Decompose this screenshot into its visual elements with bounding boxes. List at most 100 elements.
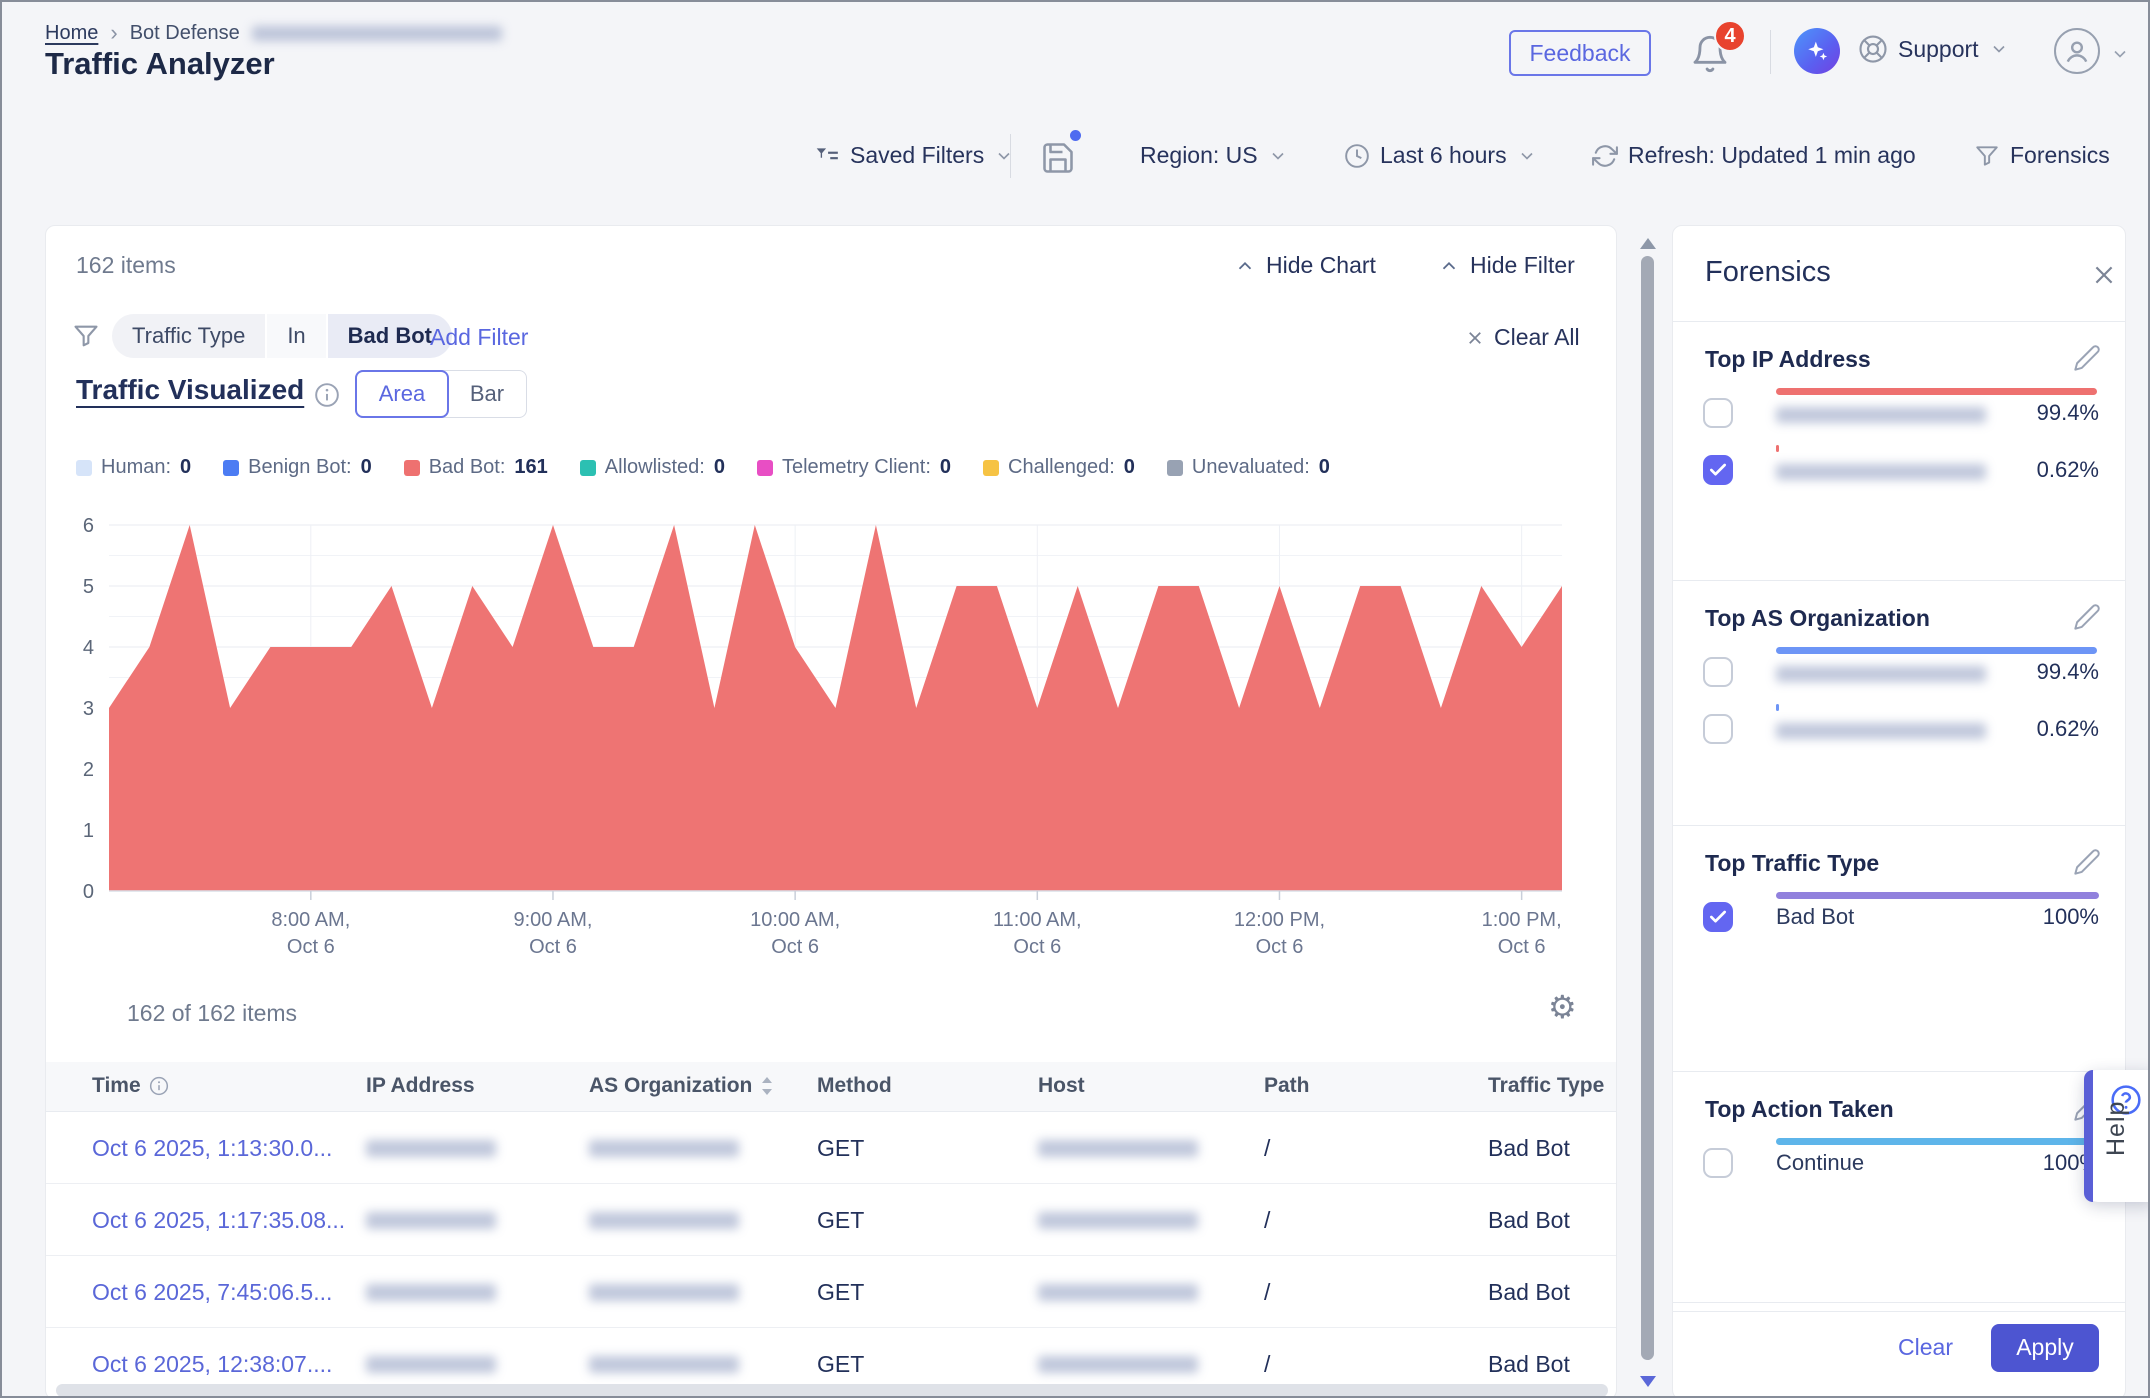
forensics-item-percentage: 0.62% <box>2037 716 2099 742</box>
forensics-item: 99.4% <box>1703 645 2099 703</box>
refresh-button[interactable]: Refresh: Updated 1 min ago <box>1592 142 1916 169</box>
traffic-analyzer-screen: Home › Bot Defense Traffic Analyzer Feed… <box>0 0 2150 1398</box>
forensics-apply-button[interactable]: Apply <box>1991 1324 2099 1372</box>
legend-item[interactable]: Telemetry Client: 0 <box>757 456 951 479</box>
cell-as-organization-redacted <box>589 1140 739 1157</box>
saved-filters-dropdown[interactable]: Saved Filters <box>814 142 1014 169</box>
vertical-scrollbar[interactable] <box>1641 256 1654 1360</box>
legend-item[interactable]: Allowlisted: 0 <box>580 456 725 479</box>
legend-item[interactable]: Benign Bot: 0 <box>223 456 372 479</box>
support-menu[interactable]: Support <box>1858 34 2009 64</box>
region-dropdown[interactable]: Region: US <box>1140 142 1288 169</box>
forensics-section: Top AS Organization 99.4% 0.62% <box>1673 581 2126 826</box>
info-icon[interactable] <box>314 382 340 408</box>
pencil-icon[interactable] <box>2073 344 2101 372</box>
forensics-item-checkbox[interactable] <box>1703 657 1733 687</box>
add-filter-button[interactable]: Add Filter <box>430 324 528 351</box>
cell-method: GET <box>817 1184 864 1256</box>
table-header: Time IP Address AS Organization Method H… <box>46 1062 1617 1112</box>
column-header-ip[interactable]: IP Address <box>366 1074 475 1098</box>
chevron-down-icon[interactable] <box>2110 44 2130 64</box>
hide-chart-button[interactable]: Hide Chart <box>1234 252 1376 279</box>
clear-all-button[interactable]: Clear All <box>1466 324 1580 351</box>
legend-label: Human: <box>101 456 171 479</box>
account-menu[interactable] <box>2054 28 2100 74</box>
ai-assistant-button[interactable] <box>1794 28 1840 74</box>
forensics-item-checkbox[interactable] <box>1703 455 1733 485</box>
view-option-area[interactable]: Area <box>355 370 449 418</box>
cell-host <box>1038 1256 1198 1328</box>
y-axis-tick-label: 4 <box>83 637 94 659</box>
cell-ip <box>366 1112 496 1184</box>
region-label: Region: US <box>1140 142 1258 169</box>
cell-as-organization <box>589 1256 739 1328</box>
hide-filter-button[interactable]: Hide Filter <box>1438 252 1575 279</box>
cell-as-organization <box>589 1112 739 1184</box>
chevron-up-icon <box>1234 255 1256 277</box>
column-header-path[interactable]: Path <box>1264 1074 1310 1098</box>
forensics-item-row: 99.4% <box>1776 400 2099 426</box>
forensics-item-checkbox[interactable] <box>1703 1148 1733 1178</box>
legend-label: Allowlisted: <box>605 456 705 479</box>
forensics-item-checkbox[interactable] <box>1703 398 1733 428</box>
table-row[interactable]: Oct 6 2025, 1:13:30.0...GET/Bad Bot <box>46 1112 1617 1184</box>
breadcrumb-section[interactable]: Bot Defense <box>130 22 240 45</box>
forensics-section-title: Top AS Organization <box>1705 605 1930 632</box>
forensics-toggle-button[interactable]: Forensics <box>1974 142 2110 169</box>
view-option-bar[interactable]: Bar <box>448 371 526 417</box>
breadcrumb-redacted <box>252 26 502 41</box>
pencil-icon[interactable] <box>2073 603 2101 631</box>
column-header-traffic-type[interactable]: Traffic Type <box>1488 1074 1604 1098</box>
chart-legend: Human: 0 Benign Bot: 0 Bad Bot: 161 Allowli… <box>76 456 1330 479</box>
edit-section-button[interactable] <box>2073 603 2101 636</box>
distribution-bar <box>1776 1138 2099 1145</box>
forensics-item-checkbox[interactable] <box>1703 714 1733 744</box>
close-icon[interactable] <box>2091 262 2117 288</box>
cell-traffic-type: Bad Bot <box>1488 1112 1570 1184</box>
legend-value: 0 <box>940 456 951 479</box>
sort-icon[interactable] <box>760 1075 774 1097</box>
filter-chip[interactable]: Traffic Type In Bad Bot <box>112 314 452 358</box>
filter-chip-field[interactable]: Traffic Type <box>112 314 265 358</box>
forensics-clear-button[interactable]: Clear <box>1898 1334 1953 1361</box>
column-header-as-org[interactable]: AS Organization <box>589 1074 774 1098</box>
legend-label: Bad Bot: <box>429 456 506 479</box>
save-filter-icon[interactable] <box>1040 140 1076 176</box>
scroll-up-arrow[interactable] <box>1640 238 1656 249</box>
legend-item[interactable]: Bad Bot: 161 <box>404 456 548 479</box>
feedback-button[interactable]: Feedback <box>1509 30 1651 76</box>
scroll-down-arrow[interactable] <box>1640 1376 1656 1387</box>
legend-item[interactable]: Challenged: 0 <box>983 456 1135 479</box>
traffic-area-chart[interactable]: 01234568:00 AM,Oct 69:00 AM,Oct 610:00 A… <box>46 496 1586 958</box>
cell-host-redacted <box>1038 1212 1198 1229</box>
cell-time-link[interactable]: Oct 6 2025, 1:17:35.08... <box>92 1184 345 1256</box>
table-row[interactable]: Oct 6 2025, 1:17:35.08...GET/Bad Bot <box>46 1184 1617 1256</box>
filter-chip-operator[interactable]: In <box>267 314 325 358</box>
cell-time-link[interactable]: Oct 6 2025, 7:45:06.5... <box>92 1256 332 1328</box>
cell-time-link[interactable]: Oct 6 2025, 1:13:30.0... <box>92 1112 332 1184</box>
horizontal-scrollbar[interactable] <box>56 1384 1608 1397</box>
edit-section-button[interactable] <box>2073 848 2101 881</box>
legend-value: 0 <box>714 456 725 479</box>
help-tab-accent <box>2084 1070 2093 1202</box>
time-range-dropdown[interactable]: Last 6 hours <box>1344 142 1537 169</box>
table-row[interactable]: Oct 6 2025, 7:45:06.5...GET/Bad Bot <box>46 1256 1617 1328</box>
legend-item[interactable]: Unevaluated: 0 <box>1167 456 1330 479</box>
cell-ip-redacted <box>366 1212 496 1229</box>
time-range-label: Last 6 hours <box>1380 142 1507 169</box>
column-header-host[interactable]: Host <box>1038 1074 1085 1098</box>
pencil-icon[interactable] <box>2073 848 2101 876</box>
column-header-time[interactable]: Time <box>92 1074 169 1098</box>
forensics-sections: Top IP Address99.4%0.62%Top AS Organizat… <box>1673 322 2126 1312</box>
column-header-method[interactable]: Method <box>817 1074 892 1098</box>
gear-icon[interactable]: ⚙ <box>1548 988 1577 1026</box>
forensics-title: Forensics <box>1705 256 1831 289</box>
legend-value: 161 <box>514 456 547 479</box>
forensics-section-title: Top Traffic Type <box>1705 850 1879 877</box>
legend-item[interactable]: Human: 0 <box>76 456 191 479</box>
forensics-item-checkbox[interactable] <box>1703 902 1733 932</box>
breadcrumb-home-link[interactable]: Home <box>45 22 98 45</box>
edit-section-button[interactable] <box>2073 344 2101 377</box>
help-tab[interactable]: Help <box>2084 1070 2150 1202</box>
forensics-item: 99.4% <box>1703 386 2099 444</box>
